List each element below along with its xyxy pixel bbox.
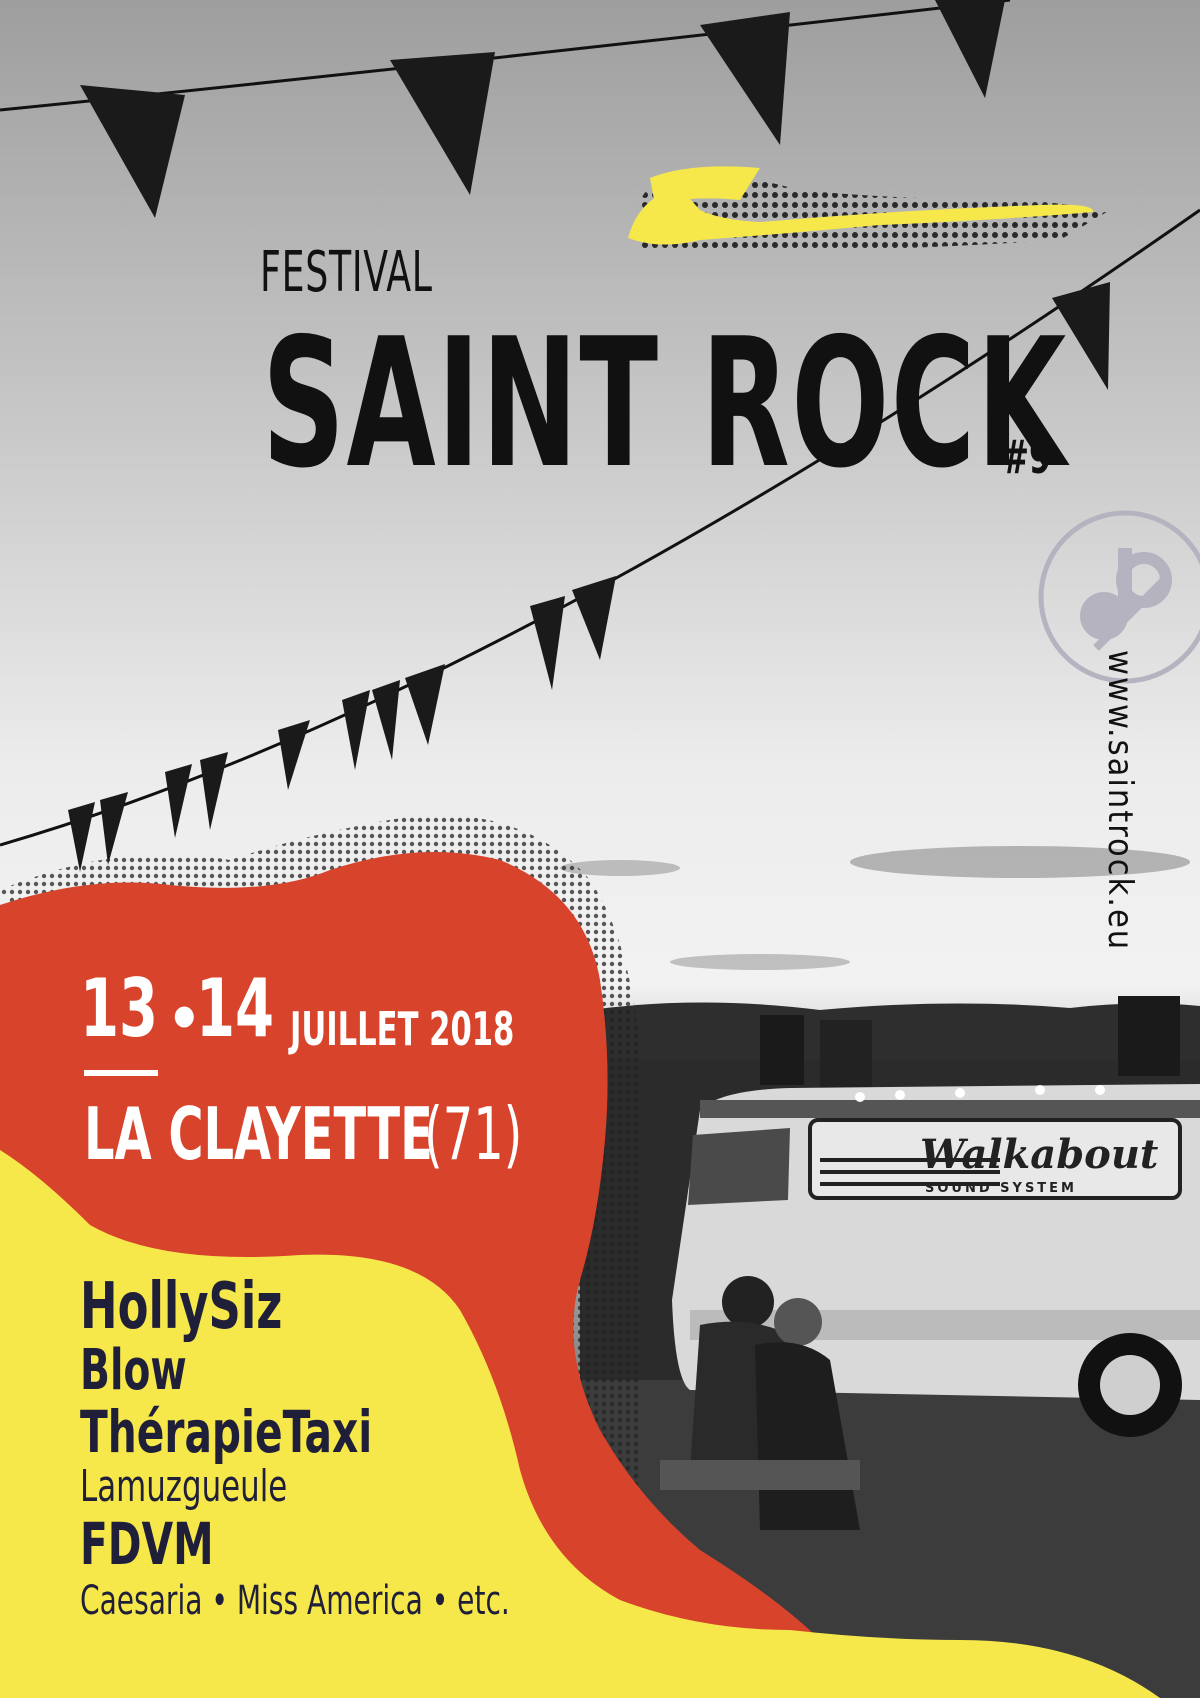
festival-label: FESTIVAL [260,240,433,305]
date-month-year: JUILLET 2018 [290,1002,515,1056]
van-sign-subtitle: SOUND SYSTEM [925,1181,1077,1196]
date-day-end: 14 [196,962,275,1055]
location-city: LA CLAYETTE [84,1092,433,1176]
lineup-artist: ThérapieTaxi [80,1398,373,1466]
lineup-more-artists: Caesaria • Miss America • etc. [80,1578,510,1624]
festival-title: SAINT ROCK [262,300,1068,507]
van-sign-brand: Walkabout [920,1131,1159,1178]
website-url[interactable]: www.saintrock.eu [1100,650,1140,951]
speaker-left [760,1015,804,1085]
speaker-right [1118,996,1180,1076]
edition-number: #9 [1002,430,1052,484]
van-windshield [688,1128,790,1205]
lineup-artist: Blow [80,1338,187,1403]
festival-poster: Walkabout SOUND SYSTEM www.saintrock.eu … [0,0,1200,1698]
lineup-artist: Lamuzgueule [80,1461,288,1512]
bench [660,1460,860,1490]
location-department: (71) [424,1092,523,1176]
date-underline [84,1070,158,1076]
lineup-list: HollySiz Blow ThérapieTaxi Lamuzgueule F… [80,1275,631,1621]
lineup-artist: HollySiz [80,1270,283,1344]
date-day-start: 13 [80,962,159,1055]
lineup-artist: FDVM [80,1510,214,1578]
